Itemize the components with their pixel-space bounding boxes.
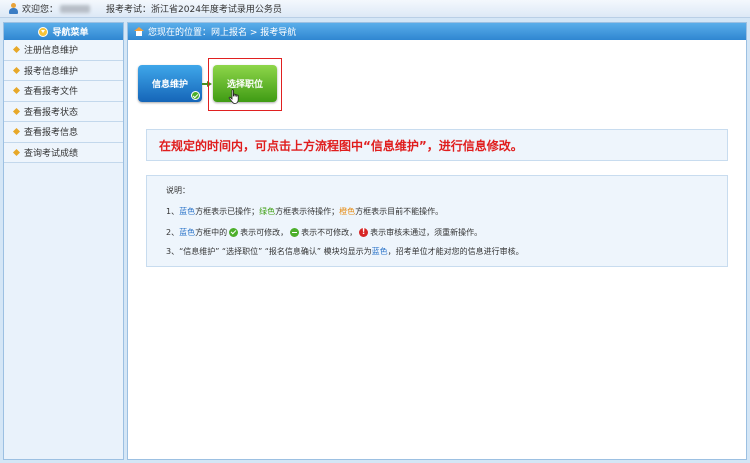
explanation-box: 说明： 1、 蓝色 方框表示已操作； 绿色 方框表示待操作； 橙色 方框表示目前… (146, 175, 728, 267)
line-text: 表示不可修改， (301, 228, 358, 237)
exam-label: 报考考试：浙江省2024年度考试录用公务员 (106, 5, 282, 15)
blue-word: 蓝色 (371, 247, 388, 256)
editable-check-icon (229, 228, 239, 237)
line-number: 1、 (166, 207, 180, 216)
check-icon (191, 91, 200, 100)
welcome-label: 欢迎您： (22, 5, 59, 15)
explain-line-1: 1、 蓝色 方框表示已操作； 绿色 方框表示待操作； 橙色 方框表示目前不能操作… (166, 206, 443, 217)
line-text: ，招考单位才能对您的信息进行审核。 (387, 247, 524, 256)
line-text: 表示可修改， (240, 228, 289, 237)
line-text: 方框表示已操作； (195, 207, 260, 216)
info-maintain-button[interactable]: 信息维护 (138, 65, 202, 102)
user-icon (8, 3, 19, 14)
notice-text: 在规定的时间内，可点击上方流程图中“信息维护”，进行信息修改。 (159, 138, 523, 153)
bullet-icon (12, 107, 21, 115)
line-text: 方框表示待操作； (275, 207, 340, 216)
orange-word: 橙色 (339, 207, 356, 216)
blue-word: 蓝色 (179, 207, 196, 216)
sidebar-header: 导航菜单 (4, 23, 123, 40)
top-bar: 欢迎您： 报考考试：浙江省2024年度考试录用公务员 (0, 0, 750, 18)
sidebar-item-label: 查看报考状态 (24, 107, 79, 118)
explain-line-2: 2、 蓝色 方框中的 表示可修改， 表示不可修改， 表示审核未通过，须重新操作。 (166, 227, 482, 238)
blue-word: 蓝色 (179, 228, 196, 237)
explain-title: 说明： (166, 186, 190, 195)
sidebar-item-label: 注册信息维护 (24, 46, 79, 57)
sidebar-item-view-apply-info[interactable]: 查看报考信息 (4, 122, 123, 143)
not-editable-minus-icon (290, 228, 300, 237)
breadcrumb: 您现在的位置：网上报名 > 报考导航 (128, 23, 746, 40)
explain-line-3: 3、 “信息维护” “选择职位” “报名信息确认” 模块均显示为 蓝色 ，招考单… (166, 246, 524, 257)
menu-toggle-icon (38, 26, 49, 37)
sidebar-item-register-info[interactable]: 注册信息维护 (4, 40, 123, 61)
sidebar-item-label: 报考信息维护 (24, 66, 79, 77)
sidebar-item-label: 查看报考文件 (24, 87, 79, 98)
line-number: 3、 (166, 247, 180, 256)
sidebar-item-apply-status[interactable]: 查看报考状态 (4, 101, 123, 122)
select-position-button[interactable]: 选择职位 (213, 65, 277, 102)
sidebar-item-label: 查看报考信息 (24, 128, 79, 139)
line-text: “信息维护” “选择职位” “报名信息确认” 模块均显示为 (179, 247, 372, 256)
breadcrumb-text: 您现在的位置：网上报名 > 报考导航 (148, 28, 297, 38)
rejected-alert-icon (359, 227, 369, 237)
bullet-icon (12, 148, 21, 156)
bullet-icon (12, 66, 21, 74)
bullet-icon (12, 45, 21, 54)
bullet-icon (12, 86, 21, 95)
sidebar-item-apply-info[interactable]: 报考信息维护 (4, 60, 123, 81)
line-number: 2、 (166, 228, 180, 237)
user-name-redacted (60, 4, 91, 13)
sidebar-title: 导航菜单 (52, 28, 89, 38)
hand-cursor-icon (228, 89, 239, 104)
sidebar-item-apply-files[interactable]: 查看报考文件 (4, 81, 123, 102)
sidebar: 导航菜单 注册信息维护 报考信息维护 查看报考文件 查看报考状态 查看报考信息 … (3, 22, 124, 460)
line-text: 方框表示目前不能操作。 (355, 207, 444, 216)
main-panel: 您现在的位置：网上报名 > 报考导航 信息维护 选择职位 在规定的时间内，可点击… (127, 22, 747, 460)
bullet-icon (12, 127, 21, 136)
line-text: 表示审核未通过，须重新操作。 (370, 228, 483, 237)
info-maintain-label: 信息维护 (151, 80, 188, 90)
notice-banner: 在规定的时间内，可点击上方流程图中“信息维护”，进行信息修改。 (146, 129, 728, 161)
line-text: 方框中的 (195, 228, 228, 237)
home-icon (134, 27, 144, 36)
sidebar-item-exam-scores[interactable]: 查询考试成绩 (4, 142, 123, 163)
sidebar-item-label: 查询考试成绩 (24, 148, 79, 159)
green-word: 绿色 (259, 207, 276, 216)
